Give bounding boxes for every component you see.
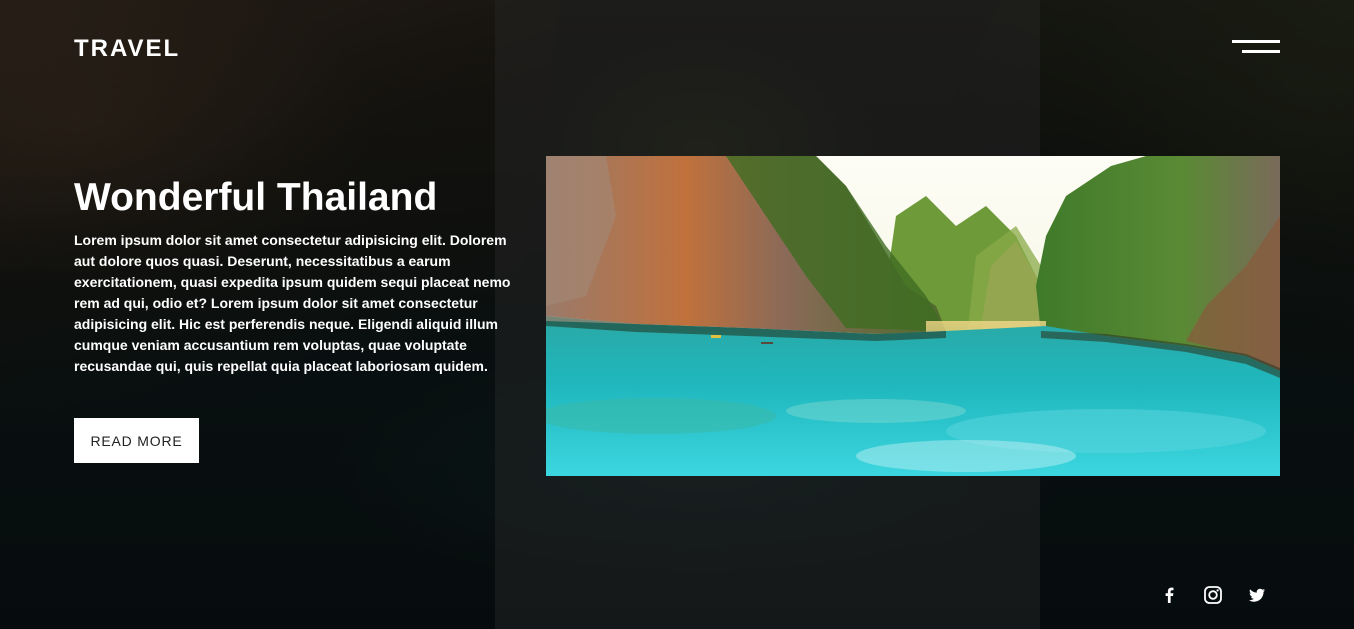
page: TRAVEL Wonderful Thailand Lorem ipsum do…: [0, 0, 1354, 629]
hero-description: Lorem ipsum dolor sit amet consectetur a…: [74, 232, 511, 374]
twitter-glyph: [1249, 588, 1265, 602]
twitter-icon[interactable]: [1246, 584, 1268, 606]
hamburger-menu-icon[interactable]: [1230, 38, 1280, 56]
thailand-lagoon-image: [546, 156, 1280, 476]
read-more-button[interactable]: READ MORE: [74, 418, 199, 463]
instagram-icon[interactable]: [1202, 584, 1224, 606]
lagoon-illustration: [546, 156, 1280, 476]
facebook-icon[interactable]: [1158, 584, 1180, 606]
instagram-glyph: [1204, 586, 1222, 604]
page-title: Wonderful Thailand: [74, 176, 438, 219]
logo[interactable]: TRAVEL: [74, 36, 180, 62]
social-links: [1158, 584, 1268, 606]
menu-bar-top: [1232, 40, 1280, 43]
menu-bar-bottom: [1242, 50, 1280, 53]
facebook-glyph: [1165, 587, 1174, 603]
